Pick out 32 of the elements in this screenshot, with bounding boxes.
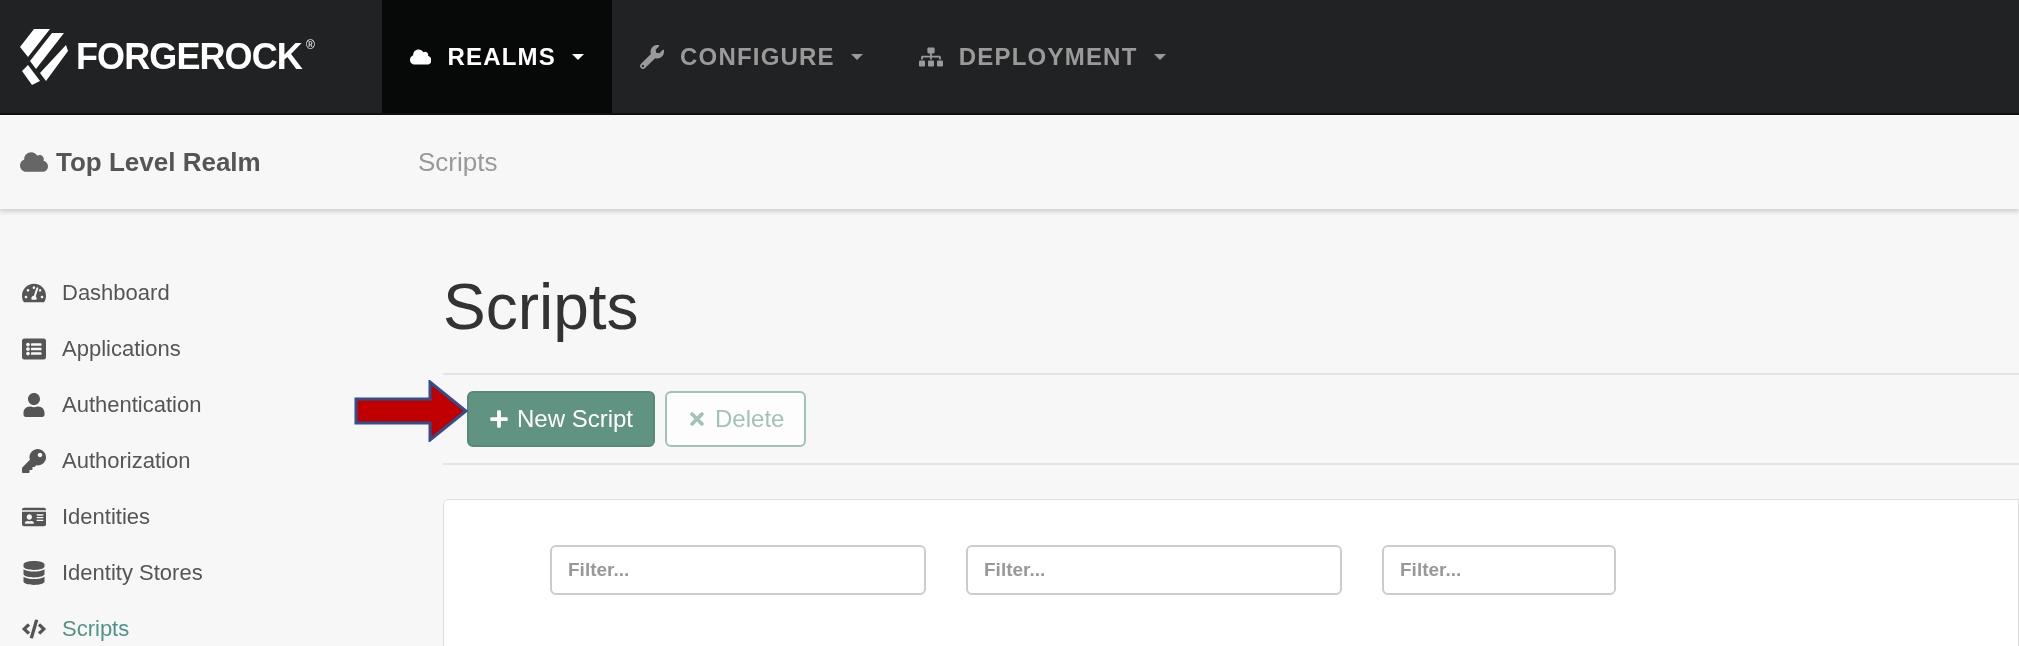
filter-field[interactable]: Filter... (966, 545, 1342, 595)
sidebar-item[interactable]: Authorization (22, 447, 191, 475)
sitemap-icon (918, 44, 943, 69)
page-heading: Scripts (443, 271, 639, 343)
nav-tab[interactable]: DEPLOYMENT (890, 0, 1194, 113)
gauge-icon (22, 281, 46, 305)
filter-field[interactable]: Filter... (1382, 545, 1616, 595)
brand-name: FORGEROCK (76, 34, 302, 79)
sidebar-item[interactable]: Identity Stores (22, 559, 203, 587)
logo-icon (20, 28, 68, 85)
sidebar-item[interactable]: Identities (22, 503, 151, 531)
caret-icon (572, 53, 584, 60)
id-card-icon (22, 505, 46, 529)
database-icon (22, 561, 46, 585)
caret-icon (1153, 53, 1166, 60)
realm-link[interactable]: Top Level Realm (56, 142, 261, 182)
new-script-button[interactable]: New Script (467, 391, 656, 447)
trademark-mark: ® (305, 37, 315, 54)
sidebar-item[interactable]: Dashboard (22, 279, 170, 307)
user-icon (22, 393, 46, 417)
caret-icon (850, 53, 863, 60)
filter-field[interactable]: Filter... (550, 545, 926, 595)
sidebar-item[interactable]: Applications (22, 335, 181, 363)
breadcrumb-page: Scripts (418, 145, 498, 179)
sidebar-item[interactable]: Authentication (22, 391, 202, 419)
plus-icon (489, 409, 509, 429)
nav-tab[interactable]: REALMS (382, 0, 612, 113)
list-icon (22, 337, 46, 361)
wrench-icon (640, 44, 664, 69)
key-icon (22, 449, 46, 473)
nav-tab[interactable]: CONFIGURE (612, 0, 891, 113)
code-icon (22, 617, 46, 641)
